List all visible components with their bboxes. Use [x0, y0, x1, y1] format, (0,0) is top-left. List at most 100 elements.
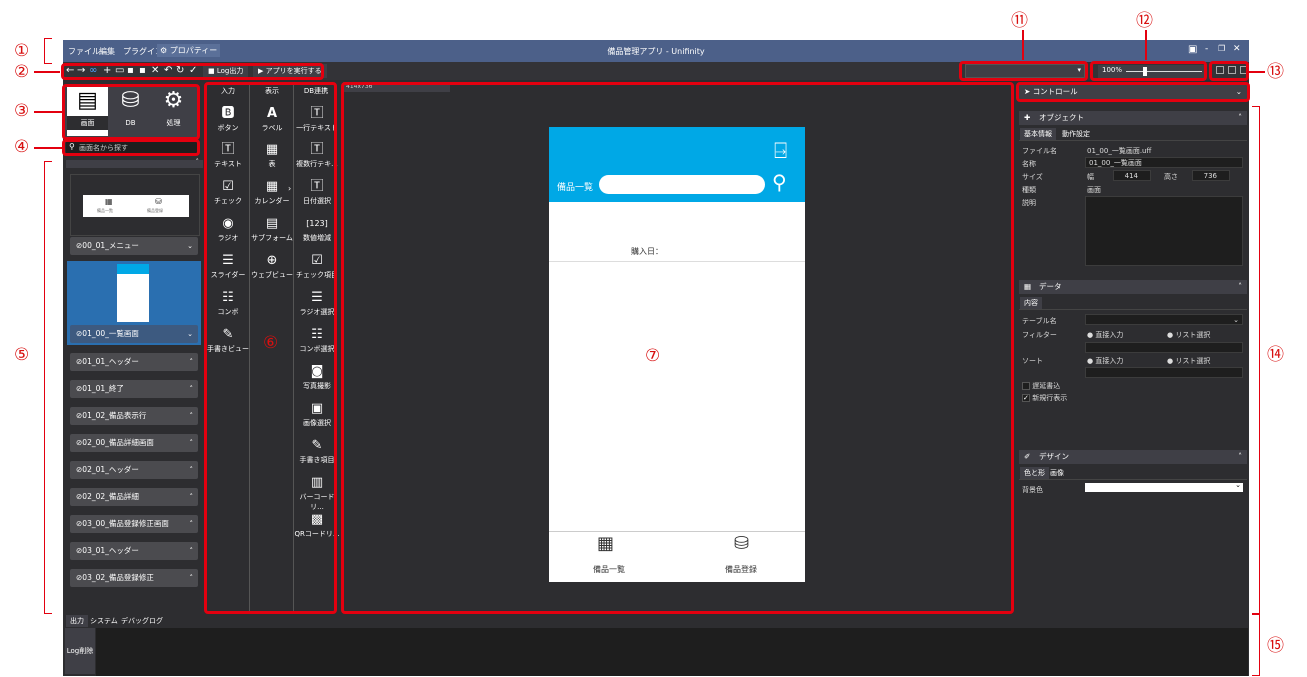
sort-field[interactable] — [1085, 367, 1243, 378]
screen-item-9[interactable]: ⊘03_01_ヘッダー ˄ — [70, 542, 198, 560]
height-label: 高さ — [1164, 173, 1178, 181]
chevron-up-icon: ˄ — [189, 385, 194, 393]
screen-item-label: 02_00_備品詳細画面 — [82, 438, 154, 447]
screen-item-label: 02_01_ヘッダー — [82, 465, 139, 474]
chevron-up-icon: ˄ — [1238, 282, 1242, 291]
screen-item-label: 01_00_一覧画面 — [82, 329, 139, 338]
chevron-down-icon: ⌄ — [1233, 316, 1239, 324]
clear-log-button[interactable]: Log削除 — [65, 628, 95, 674]
annotation-box-11 — [959, 61, 1088, 81]
tab-output[interactable]: 出力 — [66, 615, 88, 627]
check-icon: ✓ — [1022, 394, 1030, 402]
chevron-up-icon: ˄ — [189, 574, 194, 582]
callout-line-2 — [34, 71, 60, 73]
tab-content[interactable]: 内容 — [1020, 297, 1042, 309]
filter-list-radio[interactable]: ● リスト選択 — [1167, 330, 1210, 340]
tab-underline — [1019, 309, 1247, 310]
object-panel-title: オブジェクト — [1039, 113, 1084, 122]
thumbnail-preview: ▦ ⛁ 備品一覧 備品登録 — [83, 195, 189, 217]
tab-color-shape[interactable]: 色と形 — [1020, 467, 1049, 479]
chevron-up-icon: ˄ — [1238, 452, 1242, 461]
table-icon: ▦ — [1024, 282, 1032, 291]
height-stepper[interactable]: 736 — [1192, 170, 1230, 181]
puzzle-icon: ✚ — [1024, 113, 1031, 122]
chevron-up-icon: ˄ — [189, 466, 194, 474]
width-label: 幅 — [1087, 173, 1094, 181]
callout-5: ⑤ — [14, 345, 30, 365]
callout-14: ⑭ — [1267, 345, 1284, 365]
filter-field[interactable] — [1085, 342, 1243, 353]
thumb-label-register: 備品登録 — [147, 208, 163, 213]
checkbox-label: 新規行表示 — [1032, 394, 1068, 402]
file-name-value: 01_00_一覧画面.uff — [1087, 147, 1152, 155]
screen-item-0[interactable]: ⊘00_01_メニュー ⌄ — [70, 237, 198, 255]
chevron-up-icon: ˄ — [195, 158, 200, 166]
screen-item-4[interactable]: ⊘01_02_備品表示行 ˄ — [70, 407, 198, 425]
new-row-checkbox[interactable]: ✓ 新規行表示 — [1022, 393, 1067, 403]
tab-basic-info[interactable]: 基本情報 — [1020, 128, 1056, 140]
tab-underline — [1019, 140, 1247, 141]
screen-item-3[interactable]: ⊘01_01_終了 ˄ — [70, 380, 198, 398]
table-name-select[interactable]: ⌄ — [1085, 314, 1243, 325]
tab-behavior[interactable]: 動作設定 — [1058, 128, 1094, 140]
callout-line-11 — [1022, 30, 1024, 60]
checkbox-box — [1022, 382, 1030, 390]
screen-item-8[interactable]: ⊘03_00_備品登録修正画面 ˄ — [70, 515, 198, 533]
callout-line-13 — [1249, 71, 1265, 73]
screen-item-10[interactable]: ⊘03_02_備品登録修正 ˄ — [70, 569, 198, 587]
tab-image[interactable]: 画像 — [1046, 467, 1068, 479]
annotation-box-7 — [341, 82, 1014, 614]
callout-line-12 — [1145, 30, 1147, 60]
annotation-bracket-5 — [44, 161, 52, 614]
callout-4: ④ — [14, 137, 30, 157]
callout-line-4 — [34, 147, 62, 149]
filter-direct-radio[interactable]: ● 直接入力 — [1087, 330, 1123, 340]
screen-item-label: 03_02_備品登録修正 — [82, 573, 154, 582]
chevron-up-icon: ˄ — [1238, 113, 1242, 122]
chevron-down-icon: ⌄ — [187, 330, 193, 338]
design-panel-title: デザイン — [1039, 452, 1069, 461]
callout-7: ⑦ — [645, 346, 661, 366]
lazy-load-checkbox[interactable]: 遅延書込 — [1022, 381, 1060, 391]
calendar-icon: ▦ — [105, 197, 113, 206]
list-collapse-bar[interactable]: ˄ — [66, 158, 203, 168]
object-panel-header[interactable]: ✚ オブジェクト ˄ — [1019, 111, 1247, 125]
chevron-up-icon: ˄ — [189, 547, 194, 555]
tab-debug-log[interactable]: デバッグログ — [117, 615, 167, 627]
callout-6: ⑥ — [263, 333, 279, 353]
chevron-up-icon: ˄ — [189, 439, 194, 447]
screen-item-label: 03_00_備品登録修正画面 — [82, 519, 169, 528]
screen-item-6[interactable]: ⊘02_01_ヘッダー ˄ — [70, 461, 198, 479]
thumbnail-phone-header — [117, 264, 149, 274]
background-color-select[interactable]: ⌄ — [1085, 481, 1243, 492]
screen-item-1[interactable]: ⊘01_00_一覧画面 ⌄ — [70, 325, 198, 343]
callout-2: ② — [14, 62, 30, 82]
sort-label: ソート — [1022, 357, 1043, 365]
design-panel-header[interactable]: ✐ デザイン ˄ — [1019, 450, 1247, 464]
checkbox-label: 遅延書込 — [1032, 382, 1061, 390]
annotation-bracket-14 — [1252, 106, 1260, 614]
annotation-box-12 — [1090, 61, 1207, 81]
callout-13: ⑬ — [1267, 62, 1284, 82]
description-field[interactable] — [1085, 196, 1243, 266]
width-stepper[interactable]: 414 — [1113, 170, 1151, 181]
type-label: 種類 — [1022, 186, 1036, 194]
screen-thumbnail-menu[interactable]: ▦ ⛁ 備品一覧 備品登録 — [70, 174, 200, 236]
callout-1: ① — [14, 41, 30, 61]
callout-11: ⑪ — [1011, 11, 1028, 31]
screen-item-7[interactable]: ⊘02_02_備品詳細 ˄ — [70, 488, 198, 506]
annotation-box-2 — [61, 63, 324, 80]
radio-label: 直接入力 — [1095, 357, 1124, 365]
screen-item-label: 02_02_備品詳細 — [82, 492, 139, 501]
database-icon: ⛁ — [155, 197, 162, 206]
sort-direct-radio[interactable]: ● 直接入力 — [1087, 356, 1123, 366]
screen-item-label: 00_01_メニュー — [82, 241, 139, 250]
name-field[interactable]: 01_00_一覧画面 — [1085, 157, 1243, 168]
table-name-label: テーブル名 — [1022, 317, 1057, 325]
sort-list-radio[interactable]: ● リスト選択 — [1167, 356, 1210, 366]
chevron-up-icon: ˄ — [189, 358, 194, 366]
screen-item-5[interactable]: ⊘02_00_備品詳細画面 ˄ — [70, 434, 198, 452]
screen-item-2[interactable]: ⊘01_01_ヘッダー ˄ — [70, 353, 198, 371]
data-panel-header[interactable]: ▦ データ ˄ — [1019, 280, 1247, 294]
thumb-label-list: 備品一覧 — [97, 208, 113, 213]
